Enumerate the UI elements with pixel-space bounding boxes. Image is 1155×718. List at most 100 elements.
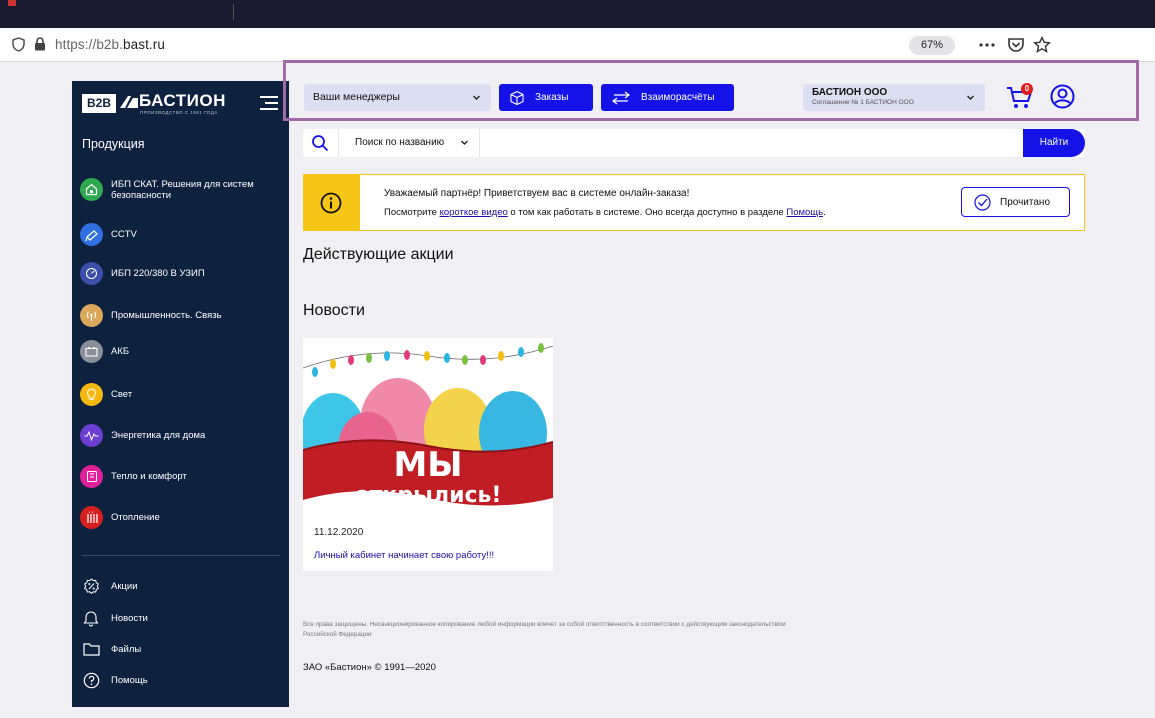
orders-label: Заказы [535,92,569,103]
orders-button[interactable]: Заказы [499,84,593,111]
sidebar-link-promotions[interactable]: Акции [82,577,138,595]
sidebar-item-ups-220-380[interactable]: ИБП 220/380 В УЗИП [80,262,285,285]
sidebar-item-heat-comfort[interactable]: Тепло и комфорт [80,465,285,488]
pocket-icon[interactable] [1005,34,1027,56]
tab-separator [233,4,234,20]
footer-rights: Все права защищены. Несанкционированное … [303,621,786,638]
logo-mark-icon [120,96,138,108]
chevron-down-icon [473,95,480,100]
search-bar: Поиск по названию [303,129,1085,157]
check-circle-icon [974,193,991,211]
radiator-icon [80,506,103,529]
sidebar-link-label: Файлы [111,643,142,655]
sidebar-item-home-energy[interactable]: Энергетика для дома [80,424,285,447]
news-heading: Новости [303,302,365,319]
user-profile-icon[interactable] [1050,84,1075,109]
company-name: БАСТИОН ООО [812,87,888,98]
sidebar-item-label: Энергетика для дома [111,430,206,441]
help-link[interactable]: Помощь [786,207,823,218]
sidebar-item-industry-communication[interactable]: Промышленность. Связь [80,304,285,327]
help-icon [82,671,100,689]
tab-favicon [8,0,16,6]
menu-burger-icon[interactable] [258,94,280,112]
sidebar-item-ups-skat[interactable]: ИБП СКАТ. Решения для систем безопасност… [80,178,285,201]
agreement-text: Соглашение № 1 БАСТИОН ООО [812,99,914,106]
sidebar-link-label: Акции [111,580,138,592]
find-button[interactable]: Найти [1023,129,1085,157]
sidebar-item-label: CCTV [111,229,137,240]
chevron-down-icon[interactable] [460,138,469,147]
sidebar-item-label: Свет [111,389,133,400]
cart-count-badge: 0 [1021,83,1033,95]
logo-text: БАСТИОН [139,91,226,110]
notice-text-part: . [823,207,826,218]
more-actions-icon[interactable] [976,34,998,56]
swap-arrows-icon [612,91,630,104]
settlements-button[interactable]: Взаиморасчёты [601,84,734,111]
chevron-down-icon [967,95,974,100]
search-icon[interactable] [311,134,329,152]
search-separator [338,129,339,157]
notice-title: Уважаемый партнёр! Приветствуем вас в си… [384,188,690,199]
search-separator [479,129,480,157]
battery-icon [80,340,103,363]
lightbulb-icon [80,383,103,406]
news-date: 11.12.2020 [314,527,364,538]
bookmark-star-icon[interactable] [1031,34,1053,56]
news-card[interactable]: МЫ открылись! 11.12.2020 Личный кабинет … [303,338,553,571]
camera-icon [80,223,103,246]
sidebar-item-heating[interactable]: Отопление [80,506,285,529]
sidebar-divider [82,555,280,556]
mark-read-button[interactable]: Прочитано [961,187,1070,217]
browser-toolbar: https://b2b.bast.ru 67% [0,28,1155,62]
notice-text: Посмотрите короткое видео о том как рабо… [384,207,826,218]
url-prefix: https://b2b. [55,37,123,52]
settlements-label: Взаиморасчёты [641,92,715,103]
search-input[interactable] [483,133,1013,153]
percent-icon [82,577,100,595]
browser-tab-strip [0,0,1155,28]
sidebar-item-light[interactable]: Свет [80,383,285,406]
address-bar[interactable]: https://b2b.bast.ru [55,37,165,52]
sidebar-item-label: Отопление [111,512,160,523]
balloons-illustration: МЫ открылись! [303,338,553,518]
sidebar-item-label: Тепло и комфорт [111,471,187,482]
gauge-icon [80,262,103,285]
lock-icon[interactable] [34,37,46,51]
b2b-badge: B2B [82,94,116,113]
url-host: bast.ru [123,37,165,52]
notice-text-part: о том как работать в системе. Оно всегда… [507,207,787,218]
sidebar-item-label: Промышленность. Связь [111,310,222,321]
company-dropdown[interactable]: БАСТИОН ООО Соглашение № 1 БАСТИОН ООО [803,84,985,111]
box-icon [510,90,524,105]
sidebar-item-label: АКБ [111,346,130,357]
sidebar-item-cctv[interactable]: CCTV [80,223,285,246]
footer-copyright: ЗАО «Бастион» © 1991—2020 [303,662,436,673]
news-title-link[interactable]: Личный кабинет начинает свою работу!!! [314,550,494,561]
info-icon [320,192,342,214]
managers-label: Ваши менеджеры [313,91,400,103]
sidebar-link-label: Новости [111,612,148,624]
sidebar-item-batteries[interactable]: АКБ [80,340,285,363]
search-mode-dropdown[interactable]: Поиск по названию [355,137,444,148]
sidebar-link-news[interactable]: Новости [82,609,148,627]
sidebar: B2B БАСТИОН ПРОИЗВОДСТВО С 1991 ГОДА Про… [72,81,289,707]
bell-icon [82,609,100,627]
video-link[interactable]: короткое видео [440,207,508,218]
sidebar-link-files[interactable]: Файлы [82,640,141,658]
shield-icon[interactable] [12,37,25,52]
sidebar-item-label: ИБП 220/380 В УЗИП [111,268,205,279]
news-image-line2: открылись! [355,483,502,508]
mark-read-label: Прочитано [1000,196,1050,208]
notice-text-part: Посмотрите [384,207,440,218]
pulse-icon [80,424,103,447]
antenna-icon [80,304,103,327]
promotions-heading: Действующие акции [303,246,454,263]
managers-dropdown[interactable]: Ваши менеджеры [304,84,491,111]
zoom-level[interactable]: 67% [909,36,955,55]
sidebar-link-label: Помощь [111,674,148,686]
news-image-line1: МЫ [393,445,462,485]
logo[interactable]: B2B БАСТИОН ПРОИЗВОДСТВО С 1991 ГОДА [82,91,282,117]
sidebar-link-help[interactable]: Помощь [82,671,148,689]
sidebar-item-label: ИБП СКАТ. Решения для систем безопасност… [111,178,254,201]
